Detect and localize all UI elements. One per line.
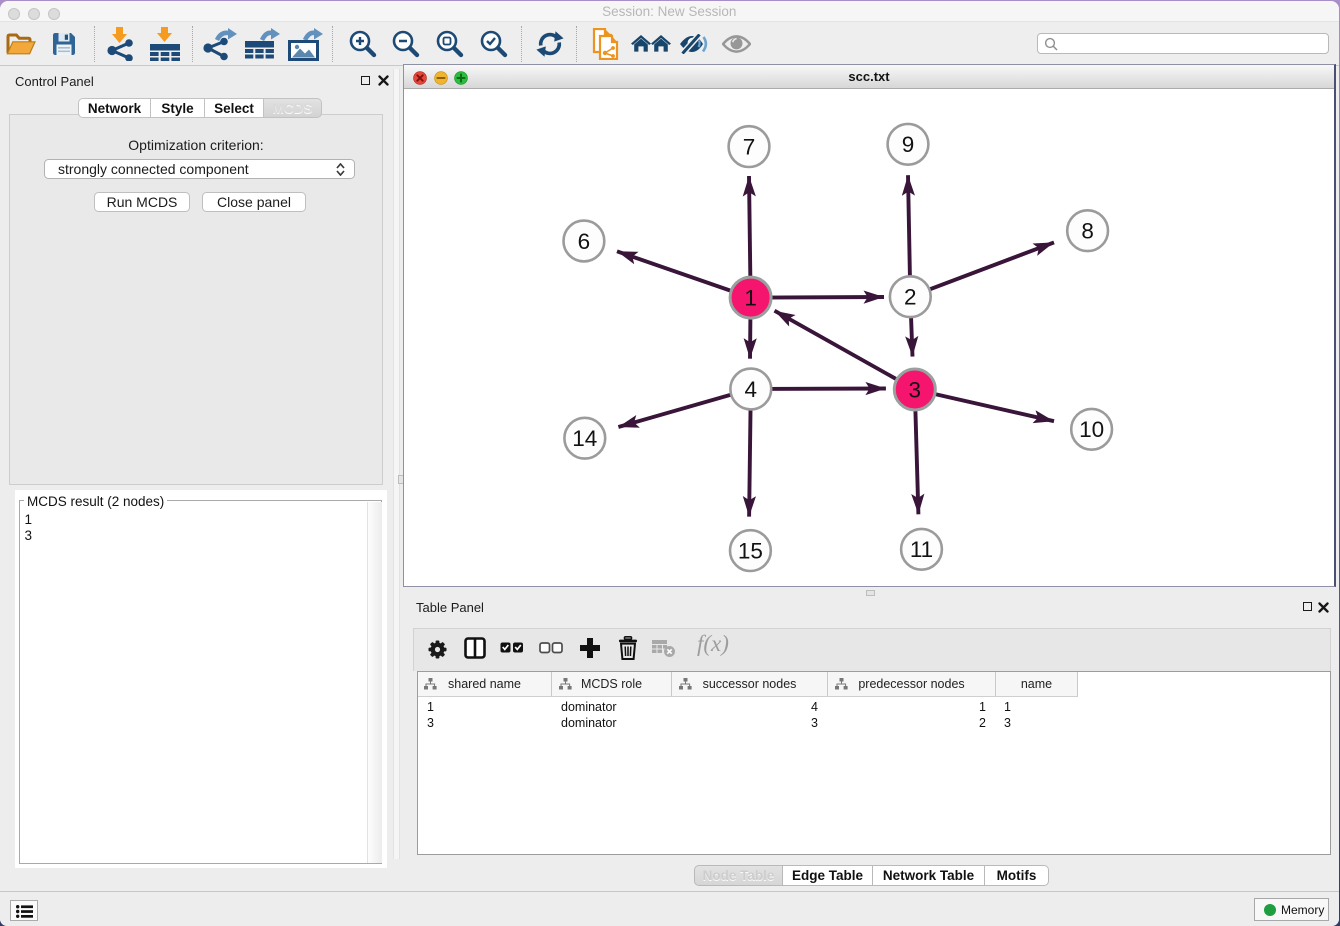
svg-text:6: 6 bbox=[578, 229, 591, 254]
svg-text:10: 10 bbox=[1079, 417, 1104, 442]
svg-text:2: 2 bbox=[904, 285, 917, 310]
svg-text:4: 4 bbox=[745, 377, 758, 402]
svg-text:14: 14 bbox=[572, 426, 597, 451]
svg-text:8: 8 bbox=[1081, 219, 1094, 244]
svg-text:15: 15 bbox=[738, 538, 763, 563]
svg-text:7: 7 bbox=[743, 134, 756, 159]
svg-text:1: 1 bbox=[744, 285, 757, 310]
svg-text:9: 9 bbox=[902, 132, 915, 157]
svg-text:11: 11 bbox=[910, 537, 933, 562]
svg-text:3: 3 bbox=[909, 377, 922, 402]
